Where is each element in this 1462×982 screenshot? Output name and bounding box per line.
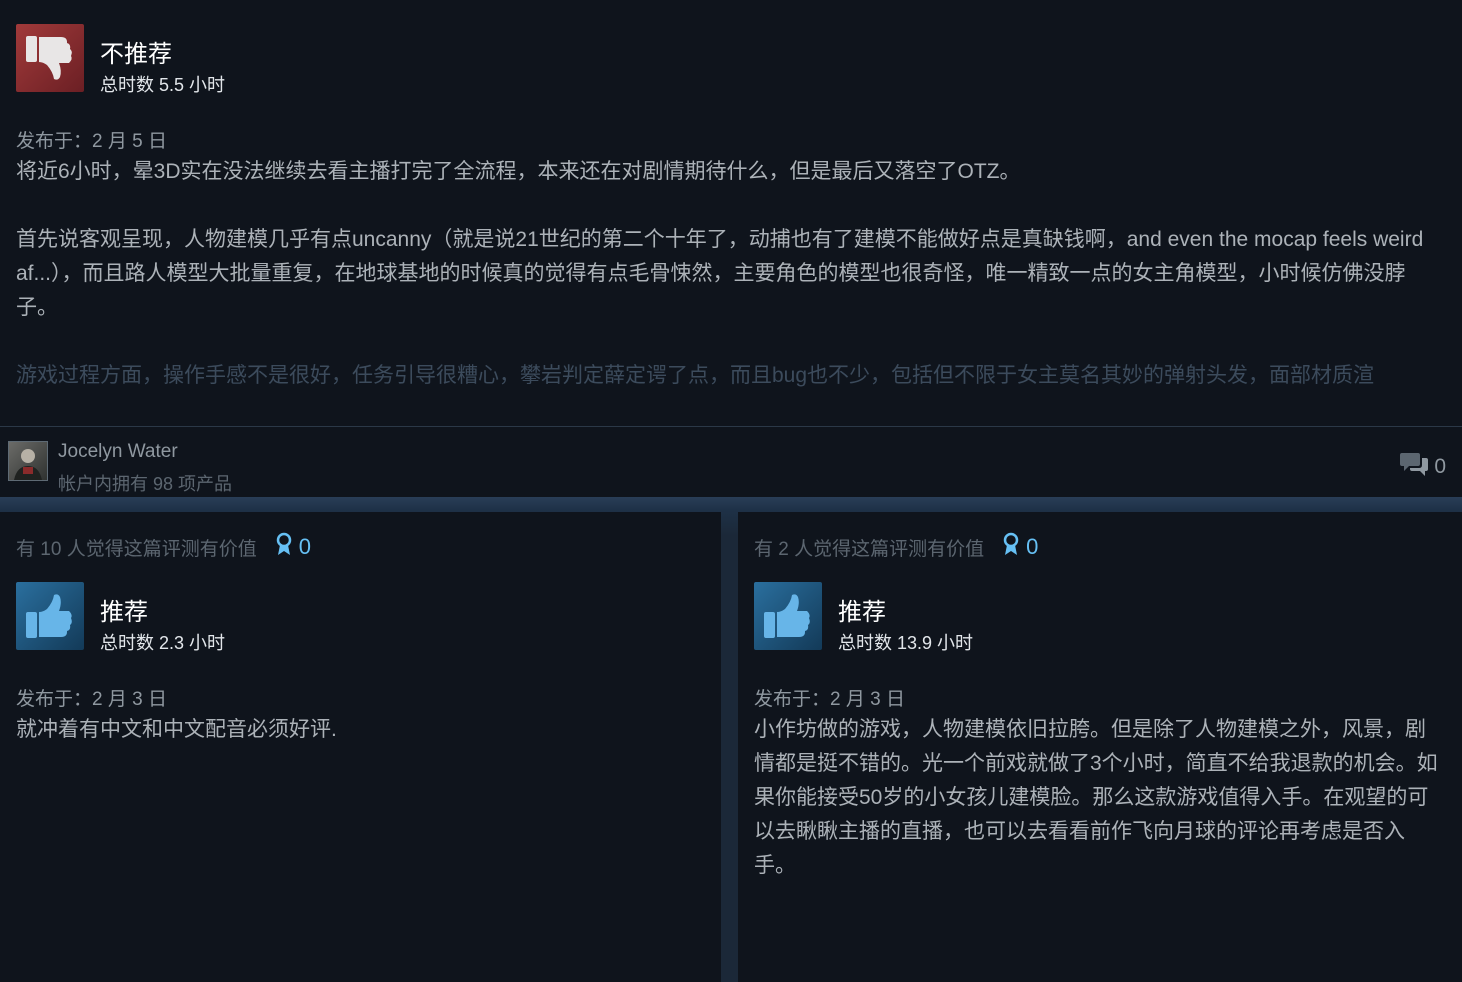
- review-card-recommended-right: 有 2 人觉得这篇评测有价值 0 推荐 总时数 13.9 小时 发布于：2 月 …: [738, 512, 1462, 982]
- posted-date: 发布于：2 月 3 日: [754, 689, 905, 710]
- thumbs-up-icon[interactable]: [16, 582, 84, 650]
- review-body: 小作坊做的游戏，人物建模依旧拉胯。但是除了人物建模之外，风景，剧情都是挺不错的。…: [754, 718, 1438, 877]
- review-card-recommended-left: 有 10 人觉得这篇评测有价值 0 推荐 总时数 2.3 小时 发布于：2 月 …: [0, 512, 721, 982]
- helpful-count-text: 有 10 人觉得这篇评测有价值: [16, 538, 257, 560]
- hours-played: 总时数 2.3 小时: [100, 633, 226, 653]
- helpful-row: 有 10 人觉得这篇评测有价值 0: [16, 532, 311, 562]
- review-body: 将近6小时，晕3D实在没法继续去看主播打完了全流程，本来还在对剧情期待什么，但是…: [16, 155, 1446, 393]
- award-button[interactable]: 0: [1002, 532, 1038, 562]
- hours-played: 总时数 13.9 小时: [838, 633, 974, 653]
- thumbs-down-icon[interactable]: [16, 24, 84, 92]
- hours-played: 总时数 5.5 小时: [100, 75, 226, 95]
- review-body: 就冲着有中文和中文配音必须好评.: [16, 718, 337, 741]
- rating-label: 不推荐: [100, 41, 172, 68]
- review-paragraph: 首先说客观呈现，人物建模几乎有点uncanny（就是说21世纪的第二个十年了，动…: [16, 228, 1424, 319]
- comment-bubbles-icon: [1400, 451, 1429, 482]
- review-card-not-recommended: 不推荐 总时数 5.5 小时 发布于：2 月 5 日 将近6小时，晕3D实在没法…: [0, 0, 1462, 426]
- avatar[interactable]: [8, 441, 48, 481]
- rating-label: 推荐: [838, 599, 886, 626]
- review-paragraph: 将近6小时，晕3D实在没法继续去看主播打完了全流程，本来还在对剧情期待什么，但是…: [16, 160, 1021, 183]
- award-count: 0: [1026, 534, 1039, 559]
- posted-date: 发布于：2 月 3 日: [16, 689, 167, 710]
- review-author-bar: Jocelyn Water 帐户内拥有 98 项产品 0: [0, 426, 1462, 497]
- award-button[interactable]: 0: [275, 532, 311, 562]
- helpful-count-text: 有 2 人觉得这篇评测有价值: [754, 538, 985, 560]
- comments-count: 0: [1434, 454, 1446, 478]
- products-owned: 帐户内拥有 98 项产品: [58, 474, 233, 494]
- award-ribbon-icon: [1002, 532, 1020, 562]
- thumbs-up-icon[interactable]: [754, 582, 822, 650]
- comments-link[interactable]: 0: [1400, 451, 1446, 482]
- review-paragraph-faded: 游戏过程方面，操作手感不是很好，任务引导很糟心，攀岩判定薛定谔了点，而且bug也…: [16, 364, 1375, 387]
- rating-label: 推荐: [100, 599, 148, 626]
- award-ribbon-icon: [275, 532, 293, 562]
- award-count: 0: [298, 534, 311, 559]
- posted-date: 发布于：2 月 5 日: [16, 131, 167, 152]
- author-name[interactable]: Jocelyn Water: [58, 441, 178, 463]
- helpful-row: 有 2 人觉得这篇评测有价值 0: [754, 532, 1038, 562]
